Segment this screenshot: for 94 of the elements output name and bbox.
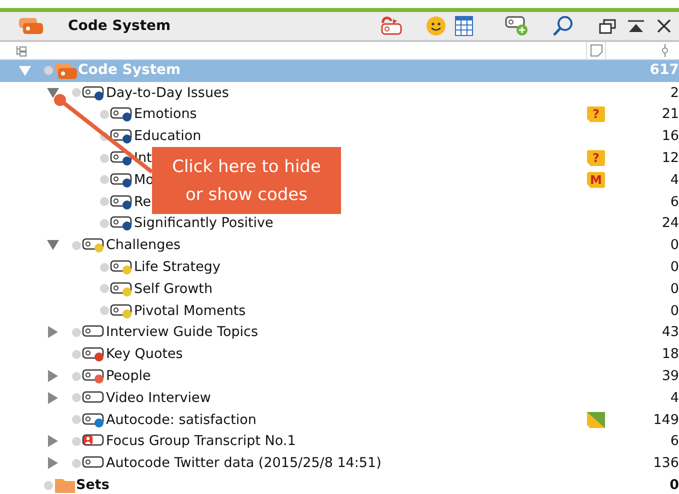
status-dot-icon — [44, 480, 53, 490]
coded-count: 16 — [660, 127, 679, 146]
code-icon — [110, 128, 134, 144]
code-label[interactable]: Education — [134, 126, 202, 146]
code-label[interactable]: Interview Guide Topics — [106, 322, 258, 343]
callout-box: Click here to hide or show codes — [152, 147, 341, 214]
code-icon — [110, 215, 134, 232]
coded-count: 4 — [669, 170, 679, 190]
code-label[interactable]: Sets — [76, 474, 110, 494]
status-dot-icon — [72, 88, 81, 98]
memo-column-icon[interactable] — [590, 44, 602, 57]
code-label[interactable]: Pivotal Moments — [134, 300, 246, 321]
code-label[interactable]: People — [106, 366, 151, 386]
code-icon — [110, 259, 134, 276]
coded-count: 0 — [669, 258, 679, 277]
status-dot-icon — [72, 436, 81, 446]
code-icon — [110, 302, 134, 319]
status-dot-icon — [100, 284, 109, 294]
collapsed-triangle-icon[interactable] — [48, 370, 58, 382]
status-dot-icon — [44, 66, 53, 76]
expanded-triangle-icon[interactable] — [47, 88, 59, 98]
windows-icon[interactable] — [599, 18, 616, 34]
collapse-top-icon[interactable] — [628, 20, 644, 32]
code-with-arrow-icon[interactable] — [379, 16, 403, 36]
coded-count: 6 — [669, 432, 679, 452]
coded-count: 0 — [669, 236, 679, 256]
status-dot-icon — [100, 154, 109, 163]
code-label[interactable]: Re — [134, 192, 152, 212]
close-icon[interactable] — [657, 19, 671, 33]
status-dot-icon — [100, 306, 109, 316]
code-icon — [82, 84, 106, 101]
pin-icon[interactable] — [661, 44, 669, 57]
coded-count: 39 — [660, 366, 679, 386]
expanded-triangle-icon[interactable] — [47, 240, 59, 250]
collapsed-triangle-icon[interactable] — [48, 326, 58, 338]
coded-count: 149 — [652, 410, 679, 430]
folder-icon — [54, 476, 76, 494]
code-label[interactable]: Autocode Twitter data (2015/25/8 14:51) — [106, 453, 382, 474]
code-label[interactable]: Key Quotes — [106, 344, 183, 364]
code-label[interactable]: Self Growth — [134, 278, 213, 299]
code-icon — [110, 172, 134, 188]
coded-count: 6 — [669, 192, 679, 212]
coded-count: 0 — [669, 302, 679, 321]
status-dot-icon — [72, 458, 81, 468]
collapsed-triangle-icon[interactable] — [48, 457, 58, 470]
code-system-logo-icon — [18, 17, 44, 35]
code-label[interactable]: Significantly Positive — [134, 213, 274, 234]
coded-count: 43 — [660, 323, 679, 342]
search-icon[interactable] — [552, 15, 574, 37]
code-label[interactable]: Focus Group Transcript No.1 — [106, 431, 296, 452]
status-dot-icon — [72, 328, 81, 337]
code-icon — [82, 346, 106, 362]
code-icon — [110, 106, 134, 122]
coded-count: 136 — [652, 454, 679, 474]
coded-count: 617 — [648, 61, 679, 80]
status-dot-icon — [100, 262, 109, 272]
coded-count: 0 — [669, 280, 679, 299]
status-dot-icon — [72, 240, 81, 250]
code-icon — [82, 412, 106, 428]
table-icon[interactable] — [455, 16, 473, 36]
code-icon — [110, 150, 134, 166]
coded-count: 0 — [668, 476, 679, 494]
code-icon — [82, 368, 106, 384]
code-label[interactable]: Emotions — [134, 104, 197, 125]
status-dot-icon — [100, 197, 109, 206]
code-icon — [110, 194, 134, 210]
code-label[interactable]: Challenges — [106, 235, 181, 256]
status-dot-icon — [72, 372, 81, 381]
code-label[interactable]: Video Interview — [106, 388, 211, 408]
coded-count: 2 — [669, 84, 679, 103]
coded-count: 21 — [660, 105, 679, 124]
coded-count: 4 — [669, 388, 679, 408]
code-label[interactable]: Day-to-Day Issues — [106, 82, 229, 103]
smiley-icon[interactable] — [426, 16, 446, 36]
status-dot-icon — [72, 350, 81, 359]
code-label[interactable]: Autocode: satisfaction — [106, 410, 256, 430]
tree-structure-icon[interactable] — [15, 44, 27, 56]
status-dot-icon — [100, 175, 109, 184]
collapsed-triangle-icon[interactable] — [48, 435, 58, 448]
collapsed-triangle-icon[interactable] — [48, 392, 58, 404]
status-dot-icon — [100, 218, 109, 228]
coded-count: 24 — [660, 214, 679, 234]
code-icon — [110, 280, 134, 297]
code-system-icon — [54, 62, 78, 80]
add-code-icon[interactable] — [505, 16, 529, 36]
coded-count: 12 — [660, 148, 679, 168]
memo-icon[interactable] — [587, 412, 605, 428]
status-dot-icon — [72, 415, 81, 424]
status-dot-icon — [100, 110, 109, 119]
code-label[interactable]: Life Strategy — [134, 256, 220, 278]
coded-count: 18 — [660, 345, 679, 364]
code-icon — [82, 237, 106, 254]
status-dot-icon — [72, 393, 81, 402]
window-title: Code System — [68, 16, 171, 36]
